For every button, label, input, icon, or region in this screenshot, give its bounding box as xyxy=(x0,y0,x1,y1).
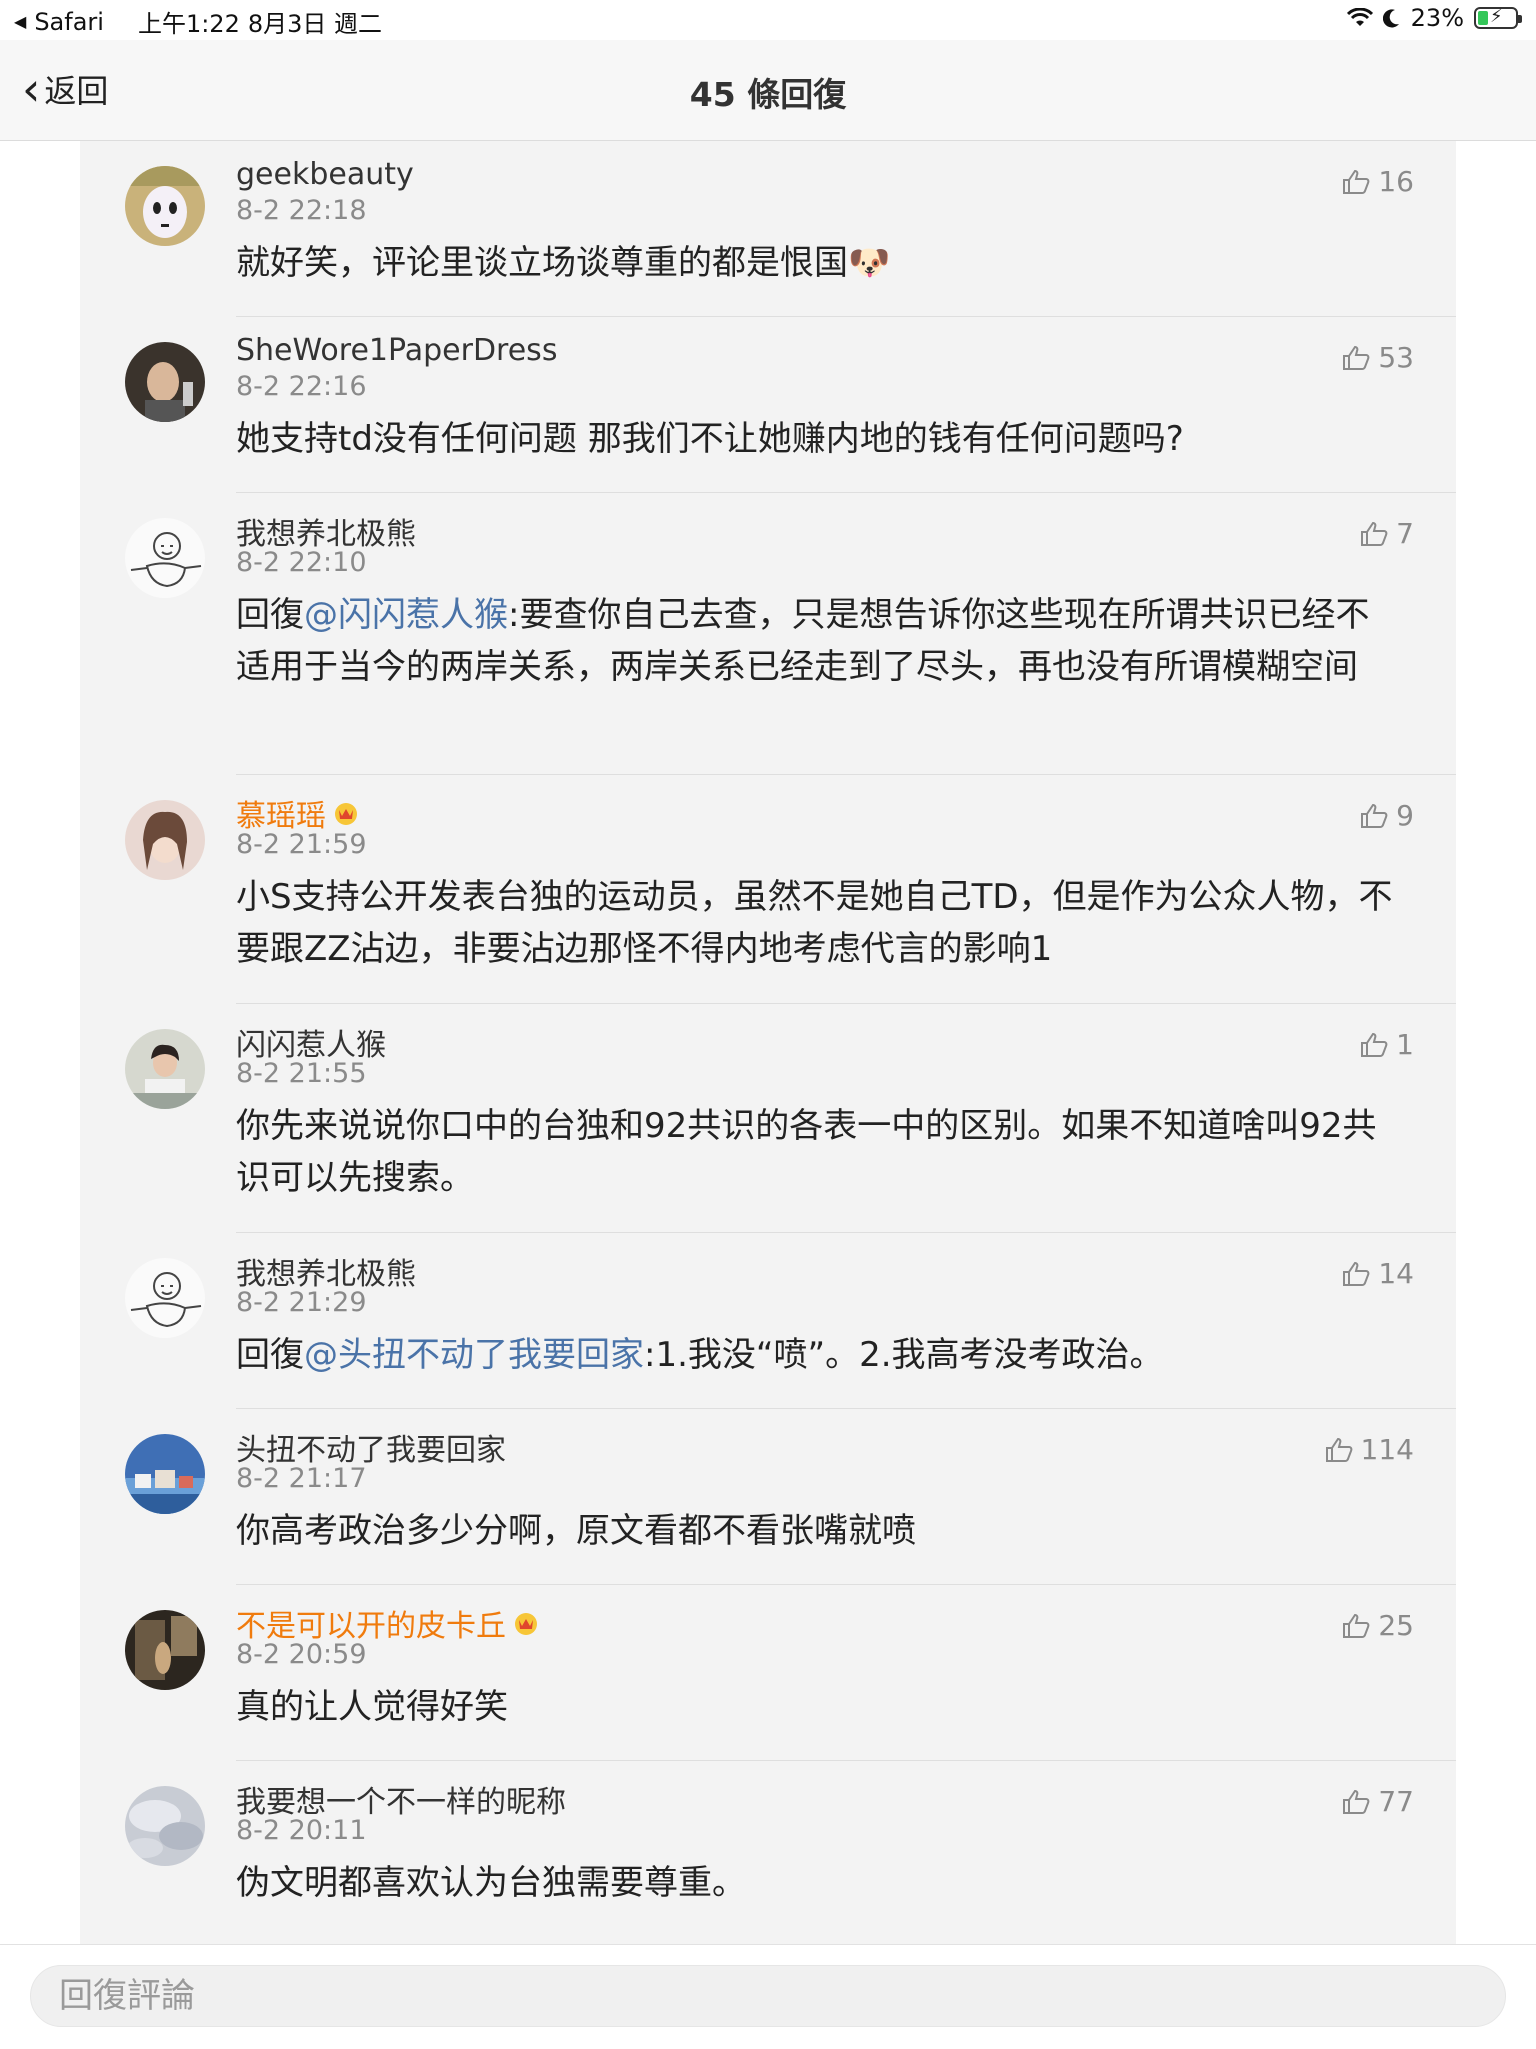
reply-input[interactable]: 回復評論 xyxy=(30,1965,1506,2027)
vip-crown-icon xyxy=(515,1613,537,1635)
comment-time: 8-2 20:11 xyxy=(236,1815,367,1846)
comment-author[interactable]: SheWore1PaperDress xyxy=(236,333,557,368)
like-button[interactable]: 25 xyxy=(1342,1609,1414,1642)
comment-item[interactable]: 我想养北极熊 8-2 22:10 回復@闪闪惹人猴:要查你自己去查，只是想告诉你… xyxy=(80,493,1456,775)
like-button[interactable]: 1 xyxy=(1360,1028,1414,1061)
comment-text: 伪文明都喜欢认为台独需要尊重。 xyxy=(236,1863,746,1903)
thumbs-up-icon xyxy=(1343,345,1370,370)
comment-text: 你先来说说你口中的台独和92共识的各表一中的区别。如果不知道啥叫92共识可以先搜… xyxy=(236,1106,1377,1198)
thumbs-up-icon xyxy=(1343,1613,1370,1638)
avatar[interactable] xyxy=(125,166,205,246)
comment-item[interactable]: 慕瑶瑶 8-2 21:59 小S支持公开发表台独的运动员，虽然不是她自己TD，但… xyxy=(80,775,1456,1004)
like-count: 14 xyxy=(1378,1257,1414,1290)
avatar[interactable] xyxy=(125,1610,205,1690)
like-count: 25 xyxy=(1378,1609,1414,1642)
like-count: 114 xyxy=(1360,1433,1414,1466)
like-count: 7 xyxy=(1396,517,1414,550)
like-count: 53 xyxy=(1378,341,1414,374)
mention-link[interactable]: @闪闪惹人猴 xyxy=(304,595,508,635)
comment-text: 就好笑，评论里谈立场谈尊重的都是恨国🐶 xyxy=(236,243,891,283)
comment-item[interactable]: 不是可以开的皮卡丘 8-2 20:59 真的让人觉得好笑 25 xyxy=(80,1585,1456,1761)
comment-item[interactable]: 我想养北极熊 8-2 21:29 回復@头扭不动了我要回家:1.我没“喷”。2.… xyxy=(80,1233,1456,1409)
thumbs-up-icon xyxy=(1361,1032,1388,1057)
battery-percent: 23% xyxy=(1410,4,1464,32)
comment-time: 8-2 22:18 xyxy=(236,195,367,226)
comment-item[interactable]: 我要想一个不一样的昵称 8-2 20:11 伪文明都喜欢认为台独需要尊重。 77 xyxy=(80,1761,1456,1937)
avatar[interactable] xyxy=(125,800,205,880)
comment-item[interactable]: SheWore1PaperDress 8-2 22:16 她支持td没有任何问题… xyxy=(80,317,1456,493)
thumbs-up-icon xyxy=(1343,1789,1370,1814)
comment-text: 真的让人觉得好笑 xyxy=(236,1687,508,1727)
battery-icon: ⚡ xyxy=(1474,6,1522,29)
status-bar: ◀ Safari 上午1:22 8月3日 週二 23% ⚡ xyxy=(0,0,1536,40)
comment-time: 8-2 22:10 xyxy=(236,547,367,578)
comment-item[interactable]: geekbeauty 8-2 22:18 就好笑，评论里谈立场谈尊重的都是恨国🐶… xyxy=(80,141,1456,317)
like-button[interactable]: 77 xyxy=(1342,1785,1414,1818)
like-count: 1 xyxy=(1396,1028,1414,1061)
like-button[interactable]: 114 xyxy=(1325,1433,1414,1466)
page-title: 45 條回復 xyxy=(689,75,847,114)
comment-author[interactable]: geekbeauty xyxy=(236,157,414,192)
comment-time: 8-2 21:55 xyxy=(236,1058,367,1089)
comment-item[interactable]: 闪闪惹人猴 8-2 21:55 你先来说说你口中的台独和92共识的各表一中的区别… xyxy=(80,1004,1456,1233)
comment-time: 8-2 21:17 xyxy=(236,1463,367,1494)
comment-time: 8-2 22:16 xyxy=(236,371,367,402)
moon-icon xyxy=(1382,9,1399,28)
avatar[interactable] xyxy=(125,1029,205,1109)
mention-link[interactable]: @头扭不动了我要回家 xyxy=(304,1335,644,1375)
thumbs-up-icon xyxy=(1343,169,1370,194)
like-button[interactable]: 14 xyxy=(1342,1257,1414,1290)
comment-text: 小S支持公开发表台独的运动员，虽然不是她自己TD，但是作为公众人物，不要跟ZZ沾… xyxy=(236,877,1393,969)
thumbs-up-icon xyxy=(1343,1261,1370,1286)
avatar[interactable] xyxy=(125,518,205,598)
avatar[interactable] xyxy=(125,1786,205,1866)
like-button[interactable]: 53 xyxy=(1342,341,1414,374)
avatar[interactable] xyxy=(125,1434,205,1514)
thumbs-up-icon xyxy=(1361,521,1388,546)
avatar[interactable] xyxy=(125,1258,205,1338)
avatar[interactable] xyxy=(125,342,205,422)
comment-time: 8-2 21:59 xyxy=(236,829,367,860)
back-to-app-icon[interactable]: ◀ xyxy=(14,12,26,31)
comment-text: 你高考政治多少分啊，原文看都不看张嘴就喷 xyxy=(236,1511,916,1551)
like-count: 16 xyxy=(1378,165,1414,198)
comment-time: 8-2 21:29 xyxy=(236,1287,367,1318)
like-button[interactable]: 7 xyxy=(1360,517,1414,550)
vip-crown-icon xyxy=(335,803,357,825)
nav-bar: ‹ 返回 45 條回復 xyxy=(0,40,1536,141)
comment-text: 回復@头扭不动了我要回家:1.我没“喷”。2.我高考没考政治。 xyxy=(236,1335,1164,1375)
comment-list[interactable]: geekbeauty 8-2 22:18 就好笑，评论里谈立场谈尊重的都是恨国🐶… xyxy=(80,141,1456,1944)
like-count: 9 xyxy=(1396,799,1414,832)
like-button[interactable]: 16 xyxy=(1342,165,1414,198)
status-date: 8月3日 週二 xyxy=(247,10,383,38)
back-app-label[interactable]: Safari xyxy=(34,8,104,36)
comment-item[interactable]: 头扭不动了我要回家 8-2 21:17 你高考政治多少分啊，原文看都不看张嘴就喷… xyxy=(80,1409,1456,1585)
thumbs-up-icon xyxy=(1361,803,1388,828)
wifi-icon xyxy=(1346,8,1373,26)
like-button[interactable]: 9 xyxy=(1360,799,1414,832)
comment-text: 她支持td没有任何问题 那我们不让她赚内地的钱有任何问题吗? xyxy=(236,419,1184,459)
like-count: 77 xyxy=(1378,1785,1414,1818)
status-time: 上午1:22 xyxy=(137,10,240,38)
comment-time: 8-2 20:59 xyxy=(236,1639,367,1670)
reply-bar: 回復評論 xyxy=(0,1944,1536,2049)
comment-text: 回復@闪闪惹人猴:要查你自己去查，只是想告诉你这些现在所谓共识已经不适用于当今的… xyxy=(236,595,1370,687)
thumbs-up-icon xyxy=(1325,1437,1352,1462)
